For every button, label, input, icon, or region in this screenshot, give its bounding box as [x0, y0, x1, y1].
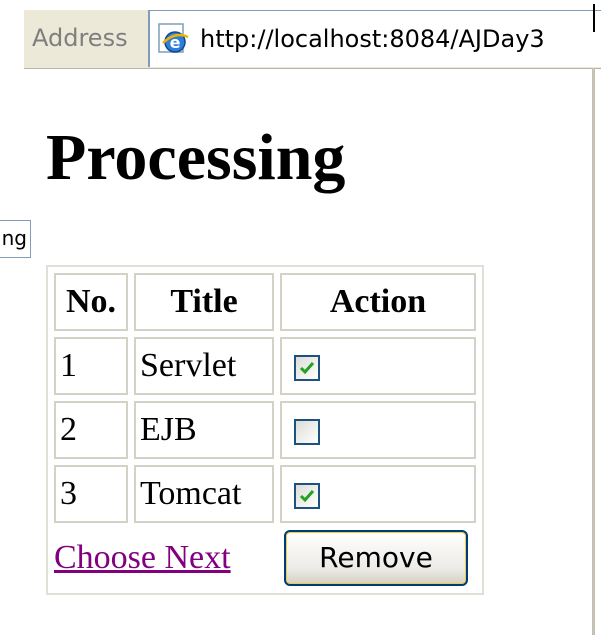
row-action-cell — [280, 401, 476, 459]
row-title: Servlet — [134, 337, 274, 395]
table-row: 1 Servlet — [54, 337, 476, 395]
table-row: 3 Tomcat — [54, 465, 476, 523]
table-footer-row: Choose Next Remove — [54, 529, 476, 587]
clipped-window-fragment: ng — [0, 220, 31, 258]
checkmark-icon — [299, 362, 315, 375]
clipped-fragment-text: ng — [1, 226, 27, 250]
row-title: EJB — [134, 401, 274, 459]
table-header-row: No. Title Action — [54, 273, 476, 331]
row-number: 3 — [54, 465, 128, 523]
action-checkbox[interactable] — [294, 355, 320, 382]
table-row: 2 EJB — [54, 401, 476, 459]
window-right-border — [592, 68, 595, 635]
row-title: Tomcat — [134, 465, 274, 523]
choose-next-link[interactable]: Choose Next — [54, 539, 231, 576]
checkmark-icon — [299, 490, 315, 503]
header-title: Title — [134, 273, 274, 331]
url-field[interactable]: e http://localhost:8084/AJDay3 — [148, 10, 601, 67]
link-cell: Choose Next — [54, 529, 274, 587]
address-label: Address — [32, 24, 128, 52]
window-edge-mark — [593, 4, 595, 32]
address-bar: Address e http://localhost:8084/AJDay3 — [24, 10, 601, 69]
remove-button[interactable]: Remove — [284, 530, 468, 586]
items-table: No. Title Action 1 Servlet 2 EJB 3 Tomca… — [46, 265, 484, 595]
action-checkbox[interactable] — [294, 483, 320, 510]
row-action-cell — [280, 465, 476, 523]
header-no: No. — [54, 273, 128, 331]
ie-page-icon: e — [158, 23, 190, 55]
button-cell: Remove — [280, 529, 476, 587]
row-action-cell — [280, 337, 476, 395]
url-text[interactable]: http://localhost:8084/AJDay3 — [200, 25, 545, 53]
row-number: 2 — [54, 401, 128, 459]
row-number: 1 — [54, 337, 128, 395]
page-title: Processing — [46, 121, 346, 194]
action-checkbox[interactable] — [294, 419, 320, 446]
header-action: Action — [280, 273, 476, 331]
